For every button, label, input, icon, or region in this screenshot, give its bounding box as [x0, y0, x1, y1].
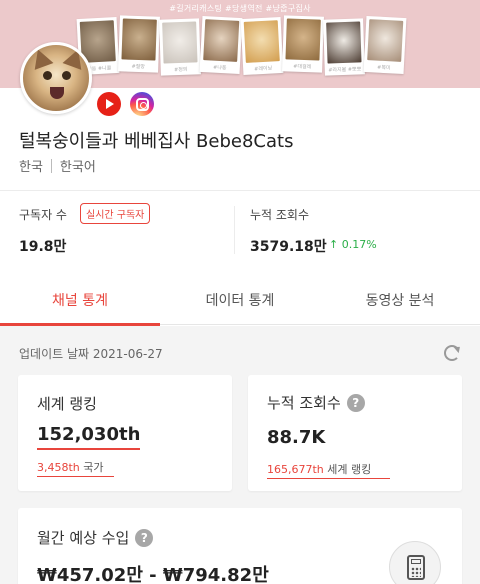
banner-cat-photo: #레이닝: [240, 16, 284, 76]
refresh-icon[interactable]: [444, 345, 460, 361]
meta-divider: [50, 158, 52, 173]
country-rank-value: 3,458th: [37, 461, 80, 474]
banner-cat-photo: #대걸레: [282, 15, 324, 73]
banner-cat-photo: #절망: [118, 15, 160, 73]
banner-hashtags: #길거리캐스팅 #당생역전 #냥줍구집사: [169, 4, 311, 13]
subscribers-value: 19.8만: [19, 239, 67, 255]
channel-language: 한국어: [59, 160, 96, 175]
total-views-card-label: 누적 조회수: [267, 394, 341, 412]
views-world-rank-value: 165,677th: [267, 463, 324, 476]
stats-divider: [234, 206, 235, 254]
views-rank-underline: [267, 478, 390, 479]
channel-avatar[interactable]: [20, 42, 92, 114]
banner-cat-photo: #라지볼 #뽀뽀: [323, 18, 365, 76]
world-rank-of-views: 165,677th 세계 랭킹: [267, 461, 371, 477]
tab-channel-stats[interactable]: 채널 통계: [0, 279, 160, 326]
total-views-value: 3579.18만: [250, 239, 327, 255]
views-delta: ↑ 0.17%: [329, 238, 377, 251]
country-rank-label: 국가: [83, 461, 104, 474]
country-rank-underline: [37, 476, 114, 477]
tab-video-analysis[interactable]: 동영상 분석: [320, 279, 480, 325]
country-rank: 3,458th 국가: [37, 459, 104, 475]
views-world-rank-label: 세계 랭킹: [327, 463, 372, 476]
monthly-income-value: ₩457.02만 - ₩794.82만: [37, 565, 269, 584]
banner-cat-photo: #정의: [159, 18, 201, 76]
banner-cat-photo: #냐동: [199, 15, 243, 75]
help-icon[interactable]: ?: [135, 528, 154, 547]
total-views-card: 누적 조회수 ? 88.7K 165,677th 세계 랭킹: [248, 375, 462, 491]
monthly-income-label: 월간 예상 수입: [37, 529, 130, 547]
stats-tabs: 채널 통계 데이터 통계 동영상 분석: [0, 279, 480, 326]
world-rank-card: 세계 랭킹 152,030th 3,458th 국가: [18, 375, 232, 491]
channel-name: 털복숭이들과 베베집사 Bebe8Cats: [19, 131, 294, 152]
tab-data-stats[interactable]: 데이터 통계: [160, 279, 320, 325]
realtime-subscribers-button[interactable]: 실시간 구독자: [80, 203, 151, 224]
instagram-icon[interactable]: [130, 92, 154, 116]
channel-country: 한국: [19, 160, 43, 175]
world-rank-title: 세계 랭킹: [37, 395, 97, 413]
subscribers-label: 구독자 수: [19, 208, 67, 222]
channel-meta: 한국 한국어: [19, 156, 96, 175]
section-divider: [0, 190, 480, 191]
total-views-label: 누적 조회수: [250, 208, 310, 222]
monthly-income-title: 월간 예상 수입 ?: [37, 527, 154, 548]
calculator-button[interactable]: [389, 541, 441, 584]
world-rank-underline: [37, 448, 140, 450]
youtube-icon[interactable]: [97, 92, 121, 116]
total-views-card-title: 누적 조회수 ?: [267, 392, 365, 413]
updated-date: 업데이트 날짜 2021-06-27: [19, 347, 163, 361]
calculator-icon: [407, 555, 425, 580]
total-views-card-value: 88.7K: [267, 427, 326, 448]
help-icon[interactable]: ?: [346, 393, 365, 412]
banner-cat-photo: #복미: [363, 15, 407, 75]
world-rank-value: 152,030th: [37, 424, 141, 445]
